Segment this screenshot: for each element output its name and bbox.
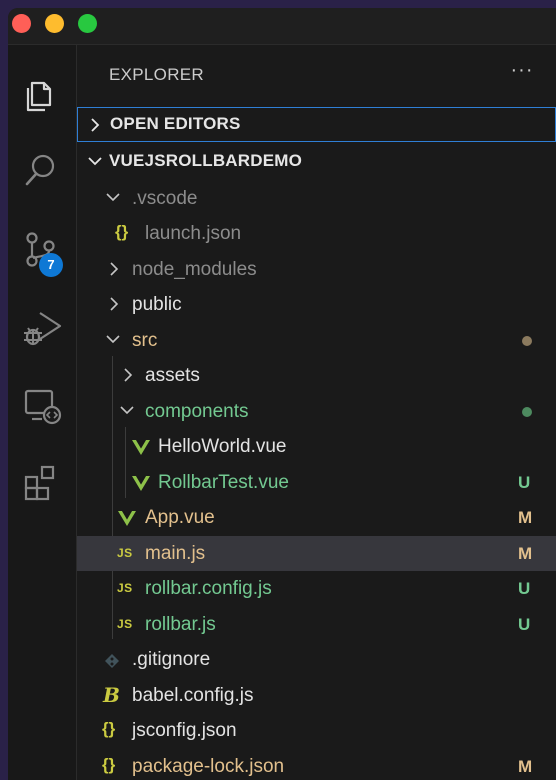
title-bar [8,8,556,45]
tree-file-jsconfig-json[interactable]: {} jsconfig.json [77,713,556,748]
open-editors-label: OPEN EDITORS [110,114,241,133]
tree-item-label: RollbarTest.vue [158,472,289,493]
chevron-down-icon [106,335,120,344]
git-status-badge: M [518,757,533,776]
vscode-window: 7 EXPLORER ··· OPEN EDITORS VUEJSROLLBAR… [8,8,556,780]
tree-file-main-js[interactable]: JS main.js M [77,536,556,571]
js-icon: JS [117,617,133,631]
js-icon: JS [117,546,133,560]
chevron-right-icon [91,118,100,132]
source-control-icon[interactable]: 7 [8,215,76,277]
tree-file-app-vue[interactable]: App.vue M [77,500,556,535]
project-section[interactable]: VUEJSROLLBARDEMO [77,145,556,180]
project-label: VUEJSROLLBARDEMO [109,151,303,170]
chevron-down-icon [106,193,120,202]
git-status-badge: M [518,544,533,563]
tree-item-label: launch.json [145,223,242,244]
babel-icon: B [103,683,120,707]
git-status-badge: M [518,508,533,527]
tree-item-label: babel.config.js [132,685,254,706]
git-status-badge: U [518,579,531,598]
git-status-badge: U [518,473,531,492]
git-icon [105,654,119,668]
more-actions-button[interactable]: ··· [507,59,537,85]
tree-item-label: src [132,330,158,351]
tree-file-package-lock-json[interactable]: {} package-lock.json M [77,749,556,780]
tree-item-label: jsconfig.json [132,720,237,741]
explorer-title: EXPLORER [109,65,204,84]
tree-file-babel-config-js[interactable]: B babel.config.js [77,678,556,713]
zoom-window-button[interactable] [78,14,97,33]
tree-item-label: components [145,401,249,422]
explorer-icon[interactable] [8,61,76,121]
tree-item-label: node_modules [132,259,257,280]
activity-bar: 7 [8,45,77,780]
tree-file-gitignore[interactable]: .gitignore [77,642,556,677]
vue-icon [118,511,136,526]
source-control-badge: 7 [39,253,63,277]
tree-item-label: main.js [145,543,206,564]
tree-folder-src[interactable]: src [77,323,556,358]
json-icon: {} [115,222,129,241]
chevron-right-icon [110,262,119,276]
tree-item-label: rollbar.config.js [145,578,272,599]
tree-folder-node-modules[interactable]: node_modules [77,252,556,287]
tree-file-rollbar-config-js[interactable]: JS rollbar.config.js U [77,571,556,606]
tree-folder-assets[interactable]: assets [77,358,556,393]
modified-dot [522,336,532,346]
json-icon: {} [102,719,116,738]
run-debug-icon[interactable] [8,293,76,353]
tree-file-helloworld-vue[interactable]: HelloWorld.vue [77,429,556,464]
tree-item-label: assets [145,365,200,386]
tree-file-rollbartest-vue[interactable]: RollbarTest.vue U [77,465,556,500]
tree-item-label: App.vue [145,507,215,528]
explorer-sidebar: EXPLORER ··· OPEN EDITORS VUEJSROLLBARDE… [77,45,556,780]
js-icon: JS [117,581,133,595]
chevron-right-icon [110,297,119,311]
tree-file-rollbar-js[interactable]: JS rollbar.js U [77,607,556,642]
chevron-down-icon [120,406,134,415]
tree-item-label: rollbar.js [145,614,216,635]
chevron-right-icon [124,368,133,382]
remote-explorer-icon[interactable] [8,371,76,431]
tree-item-label: HelloWorld.vue [158,436,287,457]
extensions-icon[interactable] [8,449,76,509]
vue-icon [132,476,150,491]
tree-file-launch-json[interactable]: {} launch.json [77,216,556,251]
tree-item-label: package-lock.json [132,756,285,777]
vue-icon [132,440,150,455]
search-icon[interactable] [8,137,76,197]
tree-folder-public[interactable]: public [77,287,556,322]
git-status-badge: U [518,615,531,634]
close-window-button[interactable] [12,14,31,33]
tree-item-label: .vscode [132,188,198,209]
minimize-window-button[interactable] [45,14,64,33]
chevron-down-icon [88,157,102,166]
json-icon: {} [102,755,116,774]
tree-item-label: .gitignore [132,649,211,670]
open-editors-section[interactable]: OPEN EDITORS [77,107,556,142]
tree-item-label: public [132,294,182,315]
tree-folder-components[interactable]: components [77,394,556,429]
untracked-dot [522,407,532,417]
tree-folder-vscode[interactable]: .vscode [77,181,556,216]
